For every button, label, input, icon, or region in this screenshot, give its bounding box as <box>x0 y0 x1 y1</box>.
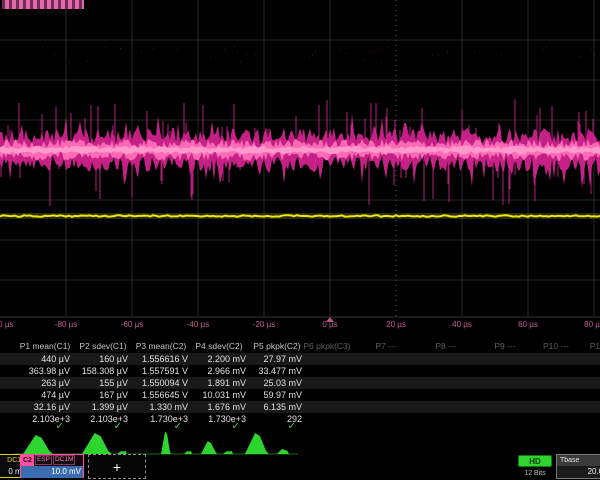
measure-value: 1.557591 V <box>142 365 188 377</box>
status-check-icon: ✓ <box>174 421 182 432</box>
measure-value: 25.03 mV <box>263 377 302 389</box>
measure-value: 27.97 mV <box>263 353 302 365</box>
measure-value: 1.556616 V <box>142 353 188 365</box>
timebase-value: 20.0 µs <box>557 466 600 478</box>
measure-value: 158.308 µV <box>82 365 128 377</box>
graticule-grid <box>0 0 600 318</box>
hd-mode-button[interactable]: HD <box>518 455 552 467</box>
measure-header-inactive[interactable]: P11 <box>590 341 600 351</box>
time-axis-label: 40 µs <box>452 320 472 329</box>
time-axis-label: -40 µs <box>187 320 209 329</box>
time-axis-label: -20 µs <box>253 320 275 329</box>
measure-header-inactive[interactable]: P8 --- <box>435 341 456 351</box>
measure-value: 32.16 µV <box>34 401 70 413</box>
measure-header[interactable]: P4 sdev(C2) <box>195 341 242 351</box>
measure-header[interactable]: P3 mean(C2) <box>136 341 187 351</box>
measure-value: 440 µV <box>41 353 70 365</box>
timebase-descriptor[interactable]: Tbase 20.0 µs <box>556 454 600 479</box>
status-check-icon: ✓ <box>114 421 122 432</box>
measure-header[interactable]: P5 pkpk(C2) <box>253 341 300 351</box>
c2-channel-badge: C2 <box>21 455 34 466</box>
bottom-bar: DC1M 0 mV C2ESPDC1M 10.0 mV + HD 12 Bits… <box>0 454 600 480</box>
measure-value: 2.200 mV <box>207 353 246 365</box>
measure-value: 1.891 mV <box>207 377 246 389</box>
oscilloscope-screen: -100 µs-80 µs-60 µs-40 µs-20 µs0 µs20 µs… <box>0 0 600 480</box>
parameter-histicons <box>0 432 600 456</box>
measure-header-inactive[interactable]: P7 --- <box>375 341 396 351</box>
measure-value: 155 µV <box>99 377 128 389</box>
channel-c2-descriptor[interactable]: C2ESPDC1M 10.0 mV <box>20 454 84 478</box>
status-check-icon: ✓ <box>56 421 64 432</box>
measure-value: 263 µV <box>41 377 70 389</box>
add-trace-button[interactable]: + <box>88 454 146 479</box>
measure-value: 2.966 mV <box>207 365 246 377</box>
measure-value: 363.98 µV <box>29 365 70 377</box>
measure-header[interactable]: P1 mean(C1) <box>20 341 71 351</box>
measure-header-inactive[interactable]: P10 --- <box>543 341 569 351</box>
measure-value: 1.676 mV <box>207 401 246 413</box>
measure-value: 2.103e+3 <box>90 413 128 425</box>
measure-value: 1.550094 V <box>142 377 188 389</box>
c2-scale-value: 10.0 mV <box>21 466 83 478</box>
measure-value: 10.031 mV <box>202 389 246 401</box>
measure-value: 1.399 µV <box>92 401 128 413</box>
c2-coupling-label: DC1M <box>53 455 75 465</box>
status-check-icon: ✓ <box>232 421 240 432</box>
waveform-traces <box>0 0 600 340</box>
trigger-position-icon <box>326 317 334 322</box>
plus-icon: + <box>113 459 121 475</box>
measure-value: 160 µV <box>99 353 128 365</box>
hd-bits-label: 12 Bits <box>518 470 552 477</box>
time-axis-label: -80 µs <box>55 320 77 329</box>
measure-value: 2.103e+3 <box>32 413 70 425</box>
measure-value: 6.135 mV <box>263 401 302 413</box>
measure-value: 1.730e+3 <box>150 413 188 425</box>
measure-value: 1.730e+3 <box>208 413 246 425</box>
timebase-title: Tbase <box>557 455 600 466</box>
time-axis-label: 20 µs <box>386 320 406 329</box>
top-left-badge <box>2 0 84 9</box>
measure-value: 474 µV <box>41 389 70 401</box>
measure-value: 59.97 mV <box>263 389 302 401</box>
time-axis-label: 60 µs <box>518 320 538 329</box>
measure-header[interactable]: P2 sdev(C1) <box>79 341 126 351</box>
measure-value: 1.330 mV <box>149 401 188 413</box>
time-axis-label: -60 µs <box>121 320 143 329</box>
measure-header-inactive[interactable]: P6 pkpk(C3) <box>303 341 350 351</box>
measure-header-inactive[interactable]: P9 --- <box>494 341 515 351</box>
measure-value: 1.556645 V <box>142 389 188 401</box>
time-axis-label: -100 µs <box>0 320 13 329</box>
status-check-icon: ✓ <box>288 421 296 432</box>
measure-value: 167 µV <box>99 389 128 401</box>
c2-tag-esp: ESP <box>35 455 52 465</box>
time-axis-label: 80 µs <box>584 320 600 329</box>
measure-value: 33.477 mV <box>258 365 302 377</box>
